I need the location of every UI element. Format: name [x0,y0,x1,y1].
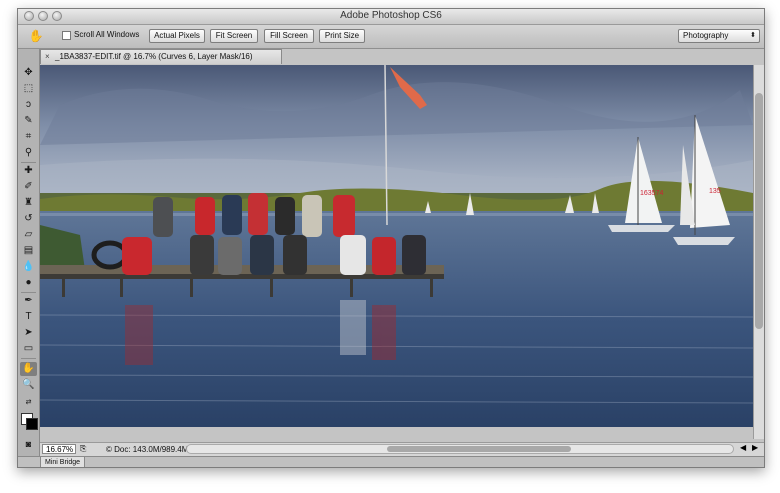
zoom-level-field[interactable]: 16.67% [42,444,76,454]
workspace-switcher[interactable]: Photography ⬍ [678,29,760,43]
lasso-tool-icon[interactable]: ↄ [20,98,37,112]
fill-screen-button[interactable]: Fill Screen [264,29,314,43]
title-bar[interactable]: Adobe Photoshop CS6 [18,9,764,25]
background-color-swatch[interactable] [26,418,38,430]
type-tool-icon[interactable]: T [20,310,37,324]
move-tool-icon[interactable]: ✥ [20,66,37,80]
eraser-tool-icon[interactable]: ▱ [20,228,37,242]
scroll-right-icon[interactable]: ▶ [752,443,758,452]
scroll-all-windows-label: Scroll All Windows [74,30,140,39]
hand-tool-icon[interactable]: ✋ [24,28,48,44]
gradient-tool-icon[interactable]: ▤ [20,244,37,258]
horizontal-scroll-thumb[interactable] [387,446,571,452]
document-info[interactable]: © Doc: 143.0M/989.4M ▸ [106,444,195,455]
toolbar-divider [21,162,36,163]
path-selection-tool-icon[interactable]: ➤ [20,326,37,340]
eyedropper-tool-icon[interactable]: ⚲ [20,146,37,160]
workspace-label: Photography [683,31,729,40]
document-tab-title: _1BA3837-EDIT.tif @ 16.7% (Curves 6, Lay… [55,52,253,61]
toolbar-divider [21,292,36,293]
options-bar: ✋ Scroll All Windows Actual Pixels Fit S… [18,25,764,49]
photo-canvas: 163574 135 [39,64,754,427]
pen-tool-icon[interactable]: ✒ [20,294,37,308]
updown-arrow-icon: ⬍ [750,32,756,39]
crop-tool-icon[interactable]: ⌗ [20,130,37,144]
quick-mask-icon[interactable]: ◙ [20,437,37,451]
mini-bridge-tab[interactable]: Mini Bridge [40,457,86,467]
history-brush-tool-icon[interactable]: ↺ [20,212,37,226]
zoom-tool-icon[interactable]: 🔍 [20,378,37,392]
marquee-tool-icon[interactable]: ⬚ [20,82,37,96]
mini-bridge-panel: Mini Bridge [18,456,764,467]
photo-image: 163574 135 [39,64,754,427]
sail-number-2: 135 [709,188,721,195]
export-icon[interactable]: ⎘ [80,444,86,454]
status-bar: 16.67% ⎘ © Doc: 143.0M/989.4M ▸ ◀ ▶ [40,442,764,456]
hand-tool-icon[interactable]: ✋ [20,362,37,376]
dodge-tool-icon[interactable]: ● [20,276,37,290]
rectangle-tool-icon[interactable]: ▭ [20,342,37,356]
photoshop-window: Adobe Photoshop CS6 ✋ Scroll All Windows… [17,8,765,468]
default-colors-icon[interactable]: ⇄ [20,396,37,410]
blur-tool-icon[interactable]: 💧 [20,260,37,274]
scroll-all-windows-checkbox[interactable] [62,31,71,40]
close-tab-icon[interactable]: × [45,50,50,64]
quick-select-tool-icon[interactable]: ✎ [20,114,37,128]
print-size-button[interactable]: Print Size [319,29,365,43]
window-title: Adobe Photoshop CS6 [340,10,442,21]
vertical-scroll-thumb[interactable] [755,93,763,329]
fit-screen-button[interactable]: Fit Screen [210,29,258,43]
healing-brush-tool-icon[interactable]: ✚ [20,164,37,178]
sail-number-1: 163574 [640,190,663,197]
vertical-scrollbar[interactable] [753,65,764,439]
scroll-left-icon[interactable]: ◀ [740,443,746,452]
horizontal-scrollbar[interactable] [186,444,734,454]
document-tab[interactable]: × _1BA3837-EDIT.tif @ 16.7% (Curves 6, L… [40,49,282,64]
actual-pixels-button[interactable]: Actual Pixels [149,29,205,43]
document-size: Doc: 143.0M/989.4M [114,445,189,454]
brush-tool-icon[interactable]: ✐ [20,180,37,194]
clone-stamp-tool-icon[interactable]: ♜ [20,196,37,210]
tools-panel: ✥ ⬚ ↄ ✎ ⌗ ⚲ ✚ ✐ ♜ ↺ ▱ ▤ 💧 ● ✒ T ➤ ▭ ✋ 🔍 … [18,49,40,467]
canvas-area[interactable]: 163574 135 [39,64,754,427]
toolbar-divider [21,358,36,359]
